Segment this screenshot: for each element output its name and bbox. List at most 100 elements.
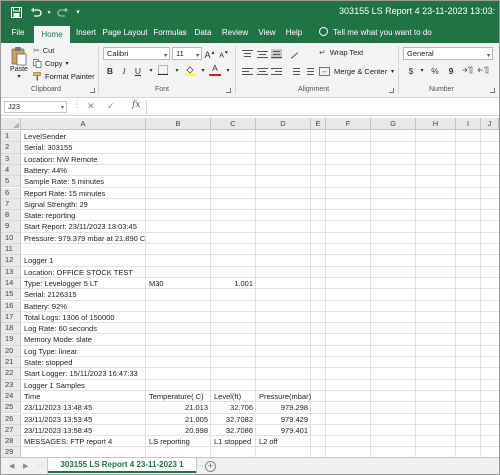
borders-dropdown-icon[interactable]: ▾	[171, 65, 183, 77]
cut-button[interactable]: ✂ Cut	[33, 46, 54, 55]
column-header-j[interactable]: J	[481, 118, 499, 130]
insert-function-icon[interactable]: fx	[132, 100, 140, 110]
row-header-17[interactable]: 17	[1, 311, 21, 324]
cell-a10[interactable]: Pressure: 979.379 mbar at 21.890 C	[24, 234, 145, 243]
cell-a16[interactable]: Battery: 92%	[24, 302, 67, 311]
row-header-12[interactable]: 12	[1, 255, 21, 267]
cell-b24[interactable]: Temperature( C)	[149, 392, 204, 401]
font-color-button[interactable]: A	[209, 64, 221, 76]
cell-a5[interactable]: Sample Rate: 5 minutes	[24, 177, 104, 186]
cell-c27[interactable]: 32.7086	[211, 426, 253, 435]
row-header-22[interactable]: 22	[1, 368, 21, 380]
row-header-18[interactable]: 18	[1, 323, 21, 335]
column-header-e[interactable]: E	[311, 118, 326, 130]
cell-a17[interactable]: Total Logs: 1306 of 150000	[24, 313, 115, 322]
align-left-icon[interactable]	[242, 67, 253, 77]
column-header-b[interactable]: B	[146, 118, 211, 130]
row-header-11[interactable]: 11	[1, 244, 21, 256]
align-center-icon[interactable]	[257, 67, 268, 77]
cell-a26[interactable]: 23/11/2023 13:53:45	[24, 415, 92, 424]
column-header-h[interactable]: H	[416, 118, 456, 130]
increase-indent-icon[interactable]	[303, 67, 314, 77]
row-header-6[interactable]: 6	[1, 187, 21, 199]
shrink-font-button[interactable]: A▼	[218, 47, 230, 59]
merge-center-button[interactable]: ↔ Merge & Center ▾	[319, 67, 394, 76]
row-header-19[interactable]: 19	[1, 334, 21, 346]
column-header-g[interactable]: G	[371, 118, 416, 130]
row-header-24[interactable]: 24	[1, 390, 21, 403]
row-header-25[interactable]: 25	[1, 402, 21, 414]
row-header-2[interactable]: 2	[1, 142, 21, 154]
cell-a6[interactable]: Report Rate: 15 minutes	[24, 189, 105, 198]
grow-font-button[interactable]: A▲	[204, 47, 216, 60]
column-header-a[interactable]: A	[21, 118, 146, 130]
tab-page-layout[interactable]: Page Layout	[102, 23, 148, 43]
percent-button[interactable]: %	[429, 65, 441, 77]
row-header-21[interactable]: 21	[1, 357, 21, 369]
cell-a28[interactable]: MESSAGES: FTP report 4	[24, 437, 112, 446]
fill-color-button[interactable]	[184, 65, 196, 77]
sheet-tabs-more-icon[interactable]: ⋯	[38, 462, 45, 470]
row-header-8[interactable]: 8	[1, 210, 21, 222]
row-header-1[interactable]: 1	[1, 131, 21, 143]
paste-button[interactable]: Paste ▾	[8, 46, 30, 82]
row-header-3[interactable]: 3	[1, 153, 21, 165]
copy-button[interactable]: Copy ▾	[33, 59, 69, 68]
add-sheet-button[interactable]: +	[205, 461, 216, 472]
column-header-c[interactable]: C	[211, 118, 256, 130]
cell-b14[interactable]: M30	[149, 279, 164, 288]
row-header-10[interactable]: 10	[1, 232, 21, 244]
italic-button[interactable]: I	[118, 65, 130, 77]
row-header-7[interactable]: 7	[1, 198, 21, 211]
number-format-select[interactable]: General ▾	[403, 47, 493, 60]
decrease-decimal-button[interactable]	[477, 65, 489, 77]
cell-c28[interactable]: L1 stopped	[214, 437, 251, 446]
row-header-28[interactable]: 28	[1, 436, 21, 448]
cell-a21[interactable]: State: stopped	[24, 358, 72, 367]
cell-a9[interactable]: Start Report: 23/11/2023 13:03:45	[24, 222, 137, 231]
row-header-26[interactable]: 26	[1, 413, 21, 425]
cell-b26[interactable]: 21.005	[146, 415, 208, 424]
undo-dropdown-icon[interactable]: ▾	[45, 5, 53, 19]
format-painter-button[interactable]: Format Painter	[33, 72, 95, 81]
row-header-23[interactable]: 23	[1, 379, 21, 391]
cell-a24[interactable]: Time	[24, 392, 40, 401]
cell-a8[interactable]: State: reporting	[24, 211, 75, 220]
clipboard-launcher-icon[interactable]	[90, 88, 95, 93]
select-all-button[interactable]	[1, 118, 21, 130]
cell-a4[interactable]: Battery: 44%	[24, 166, 67, 175]
confirm-entry-icon[interactable]: ✓	[107, 101, 115, 112]
tab-help[interactable]: Help	[283, 23, 305, 43]
column-header-d[interactable]: D	[256, 118, 311, 130]
fill-color-dropdown-icon[interactable]: ▾	[197, 65, 209, 77]
cell-a12[interactable]: Logger 1	[24, 256, 54, 265]
cell-a7[interactable]: Signal Strength: 29	[24, 200, 88, 209]
cancel-entry-icon[interactable]: ✕	[87, 101, 95, 112]
cell-a20[interactable]: Log Type: linear	[24, 347, 77, 356]
borders-button[interactable]	[157, 65, 169, 77]
cell-d26[interactable]: 979.429	[256, 415, 308, 424]
alignment-launcher-icon[interactable]	[389, 88, 394, 93]
row-header-4[interactable]: 4	[1, 164, 21, 177]
align-right-icon[interactable]	[271, 67, 282, 77]
tab-formulas[interactable]: Formulas	[152, 23, 188, 43]
previous-sheet-icon[interactable]: ◀	[9, 462, 14, 470]
decrease-indent-icon[interactable]	[289, 67, 300, 77]
tab-data[interactable]: Data	[191, 23, 215, 43]
cell-c26[interactable]: 32.7082	[211, 415, 253, 424]
cell-d25[interactable]: 979.298	[256, 403, 308, 412]
redo-icon[interactable]	[56, 5, 70, 19]
tell-me-search[interactable]: Tell me what you want to do	[319, 23, 432, 43]
row-header-16[interactable]: 16	[1, 300, 21, 312]
cell-c25[interactable]: 32.706	[211, 403, 253, 412]
number-launcher-icon[interactable]	[490, 88, 495, 93]
font-launcher-icon[interactable]	[226, 88, 231, 93]
cell-d24[interactable]: Pressure(mbar)	[259, 392, 311, 401]
column-header-i[interactable]: I	[456, 118, 481, 130]
row-header-13[interactable]: 13	[1, 266, 21, 278]
cell-a19[interactable]: Memory Mode: slate	[24, 335, 92, 344]
cell-b28[interactable]: LS reporting	[149, 437, 190, 446]
tab-review[interactable]: Review	[219, 23, 251, 43]
next-sheet-icon[interactable]: ▶	[23, 462, 28, 470]
cell-d28[interactable]: L2 off	[259, 437, 278, 446]
